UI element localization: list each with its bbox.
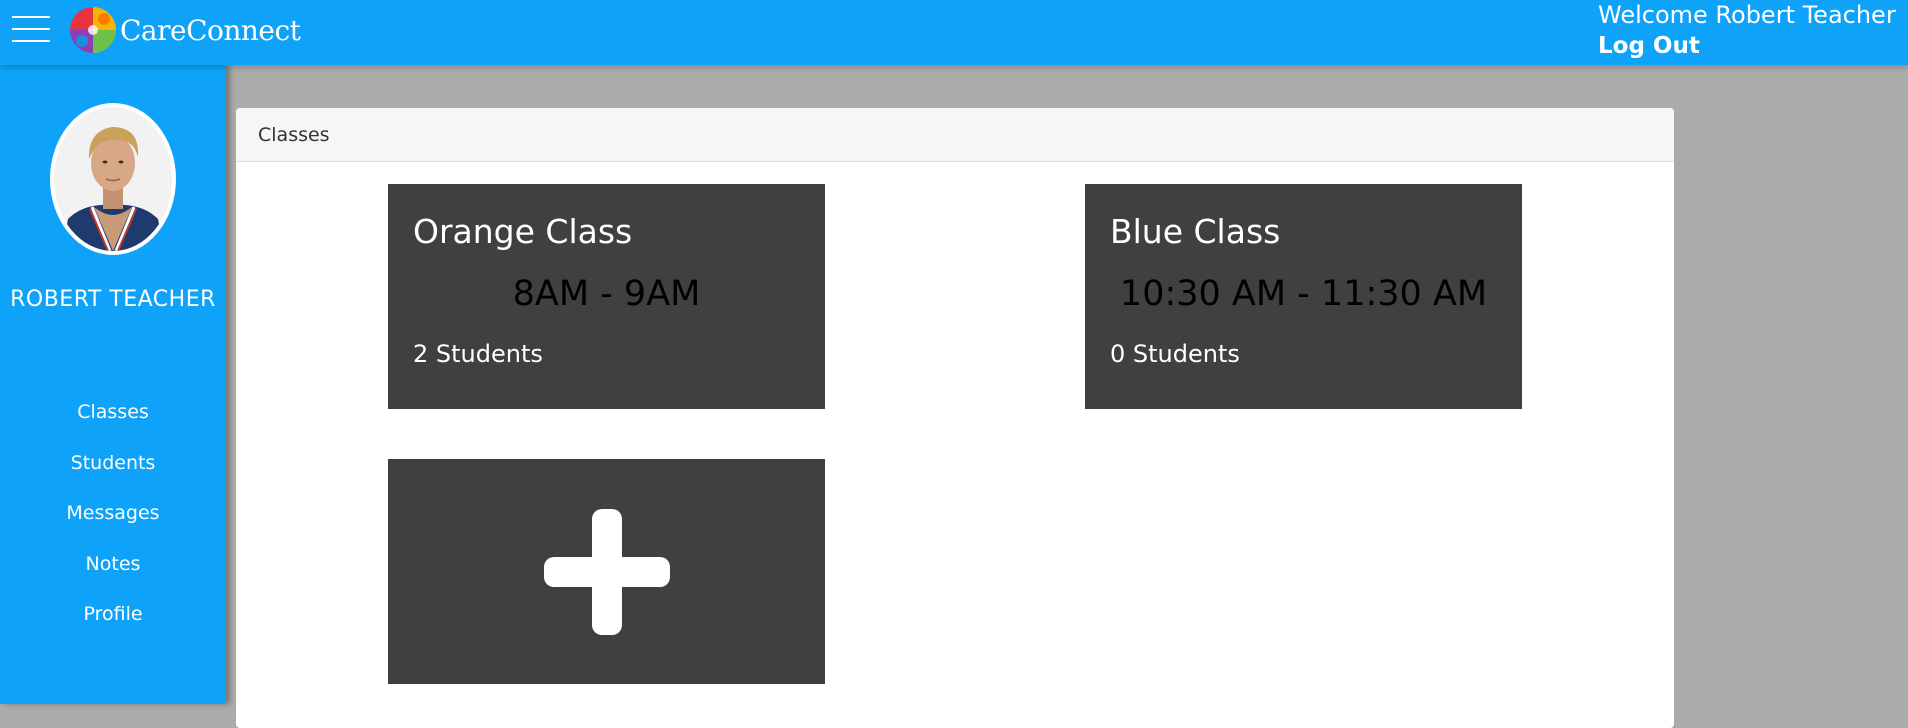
welcome-text: Welcome Robert Teacher — [1598, 1, 1896, 29]
add-class-button[interactable] — [388, 459, 825, 684]
sidebar-item-classes[interactable]: Classes — [0, 387, 226, 438]
sidebar-item-students[interactable]: Students — [0, 438, 226, 489]
app-name: CareConnect — [120, 13, 301, 47]
class-name: Blue Class — [1110, 212, 1281, 251]
hamburger-menu-icon[interactable] — [12, 16, 50, 42]
sidebar-item-profile[interactable]: Profile — [0, 589, 226, 640]
user-name: ROBERT TEACHER — [10, 287, 216, 312]
top-bar: CareConnect Welcome Robert Teacher Log O… — [0, 0, 1908, 65]
sidebar-item-messages[interactable]: Messages — [0, 488, 226, 539]
class-time: 8AM - 9AM — [512, 274, 701, 314]
classes-panel: Classes Orange Class 8AM - 9AM 2 Student… — [236, 108, 1674, 728]
sidebar-nav: Classes Students Messages Notes Profile — [0, 387, 226, 640]
class-student-count: 2 Students — [413, 340, 543, 368]
app-logo[interactable]: CareConnect — [68, 5, 301, 55]
class-card-orange[interactable]: Orange Class 8AM - 9AM 2 Students — [388, 184, 825, 409]
panel-title: Classes — [236, 108, 1674, 162]
puzzle-logo-icon — [70, 7, 116, 53]
class-card-blue[interactable]: Blue Class 10:30 AM - 11:30 AM 0 Student… — [1085, 184, 1522, 409]
user-photo — [54, 107, 172, 251]
class-name: Orange Class — [413, 212, 633, 251]
sidebar: ROBERT TEACHER Classes Students Messages… — [0, 65, 226, 704]
class-student-count: 0 Students — [1110, 340, 1240, 368]
logout-link[interactable]: Log Out — [1598, 33, 1700, 59]
class-time: 10:30 AM - 11:30 AM — [1119, 274, 1488, 314]
avatar[interactable] — [50, 103, 176, 255]
sidebar-item-notes[interactable]: Notes — [0, 539, 226, 590]
